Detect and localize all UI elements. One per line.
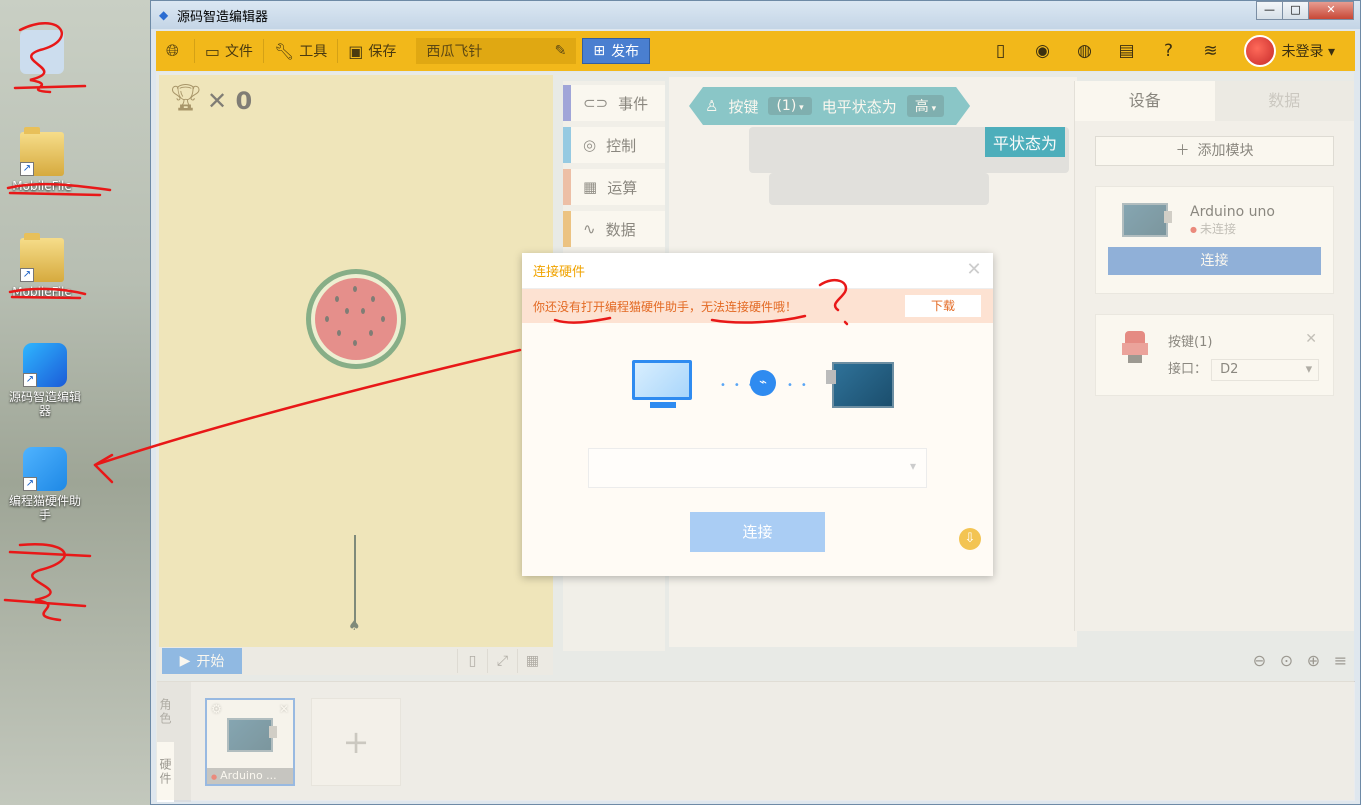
save-label: 保存 — [368, 44, 397, 60]
arduino-board-icon — [826, 362, 894, 408]
desktop-icon-mobilefile-2[interactable]: ↗ MobileFile — [2, 233, 82, 299]
codemao-cat-icon: ↗ — [23, 447, 67, 491]
toolbar: 🌐︎ ▭ 文件 🔧︎ 工具 ▣ 保存 西瓜飞针 ✎ ⊞ 发布 ▯ ◉ ◍ ▤ ? ≋ 未登… — [156, 31, 1355, 71]
window-controls: — □ ✕ — [1256, 1, 1354, 20]
shortcut-arrow-icon: ↗ — [20, 268, 34, 282]
maximize-button[interactable]: □ — [1282, 1, 1309, 20]
app-logo-icon: ◆ — [159, 8, 169, 22]
login-button[interactable]: 未登录 ▾ — [1282, 41, 1335, 61]
toolbar-right: ▯ ◉ ◍ ▤ ? ≋ 未登录 ▾ — [980, 31, 1335, 71]
dialog-title: 连接硬件 — [533, 265, 586, 280]
window-title: 源码智造编辑器 — [177, 9, 269, 25]
pencil-icon: ✎ — [554, 43, 567, 59]
wrench-icon: 🔧︎ — [273, 41, 295, 61]
tools-menu[interactable]: 🔧︎ 工具 — [264, 39, 339, 63]
project-name-input[interactable]: 西瓜飞针 ✎ — [416, 38, 577, 64]
avatar[interactable] — [1243, 35, 1276, 67]
mobile-icon[interactable]: ▯ — [980, 41, 1022, 61]
dialog-close-icon[interactable]: ✕ — [965, 261, 983, 279]
folder-icon: ↗ — [20, 127, 64, 176]
block-fragment-text: 平状态为 — [985, 127, 1066, 157]
desktop-icon-label: 编程猫硬件助手 — [8, 494, 81, 522]
login-label: 未登录 — [1281, 44, 1324, 60]
dots-right: •• — [787, 380, 815, 391]
shortcut-arrow-icon: ↗ — [20, 162, 34, 176]
desktop-icon-label: 源码智造编辑器 — [8, 390, 81, 418]
globe-button[interactable]: 🌐︎ — [156, 39, 195, 63]
project-name-text: 西瓜飞针 — [426, 44, 483, 60]
desktop-icon-top[interactable] — [2, 30, 82, 77]
close-button[interactable]: ✕ — [1308, 1, 1354, 20]
publish-label: 发布 — [611, 44, 640, 60]
download-button[interactable]: 下载 — [905, 295, 981, 317]
cat-icon[interactable]: ◍ — [1064, 41, 1106, 61]
computer-stand — [650, 402, 676, 408]
file-label: 文件 — [224, 44, 253, 60]
publish-button[interactable]: ⊞ 发布 — [582, 38, 651, 64]
app-icon — [20, 30, 64, 74]
desktop-icon-label: MobileFile — [12, 179, 72, 193]
tools-label: 工具 — [299, 44, 328, 60]
desktop-icon-editor[interactable]: ↗ 源码智造编辑器 — [5, 343, 85, 418]
shortcut-arrow-icon: ↗ — [23, 373, 37, 387]
save-button[interactable]: ▣ 保存 — [338, 39, 406, 63]
connect-hardware-dialog: 连接硬件 ✕ 你还没有打开编程猫硬件助手，无法连接硬件哦！ 下载 ••• ⌁ •… — [522, 253, 993, 576]
usb-icon: ⌁ — [750, 370, 776, 396]
dots-left: ••• — [720, 380, 762, 391]
dialog-connect-button[interactable]: 连接 — [690, 512, 825, 552]
desktop-icon-label: MobileFile — [12, 285, 72, 299]
port-dropdown[interactable] — [588, 448, 927, 488]
file-menu[interactable]: ▭ 文件 — [195, 39, 264, 63]
globe-icon: 🌐︎ — [166, 41, 179, 60]
folder-icon: ▭ — [204, 41, 220, 61]
editor-app-icon: ↗ — [23, 343, 67, 387]
dialog-header: 连接硬件 ✕ — [522, 253, 993, 289]
help-icon[interactable]: ? — [1148, 41, 1190, 61]
desktop-icon-mobilefile-1[interactable]: ↗ MobileFile — [2, 127, 82, 193]
minimize-button[interactable]: — — [1256, 1, 1283, 20]
warning-text: 你还没有打开编程猫硬件助手，无法连接硬件哦！ — [533, 299, 798, 314]
computer-icon — [632, 360, 692, 400]
save-icon: ▣ — [348, 41, 364, 61]
folder-icon: ↗ — [20, 233, 64, 282]
box-icon[interactable]: ▤ — [1106, 41, 1148, 61]
warning-banner: 你还没有打开编程猫硬件助手，无法连接硬件哦！ 下载 — [522, 289, 993, 323]
download-icon[interactable]: ⇩ — [959, 528, 981, 550]
wifi-icon[interactable]: ≋ — [1190, 41, 1232, 61]
shortcut-arrow-icon: ↗ — [23, 477, 37, 491]
connection-illustration: ••• ⌁ •• — [632, 358, 902, 418]
titlebar: ◆ 源码智造编辑器 — □ ✕ — [151, 1, 1360, 29]
desktop-icon-hardware-helper[interactable]: ↗ 编程猫硬件助手 — [5, 447, 85, 522]
publish-icon: ⊞ — [593, 43, 606, 59]
robot-icon[interactable]: ◉ — [1022, 41, 1064, 61]
